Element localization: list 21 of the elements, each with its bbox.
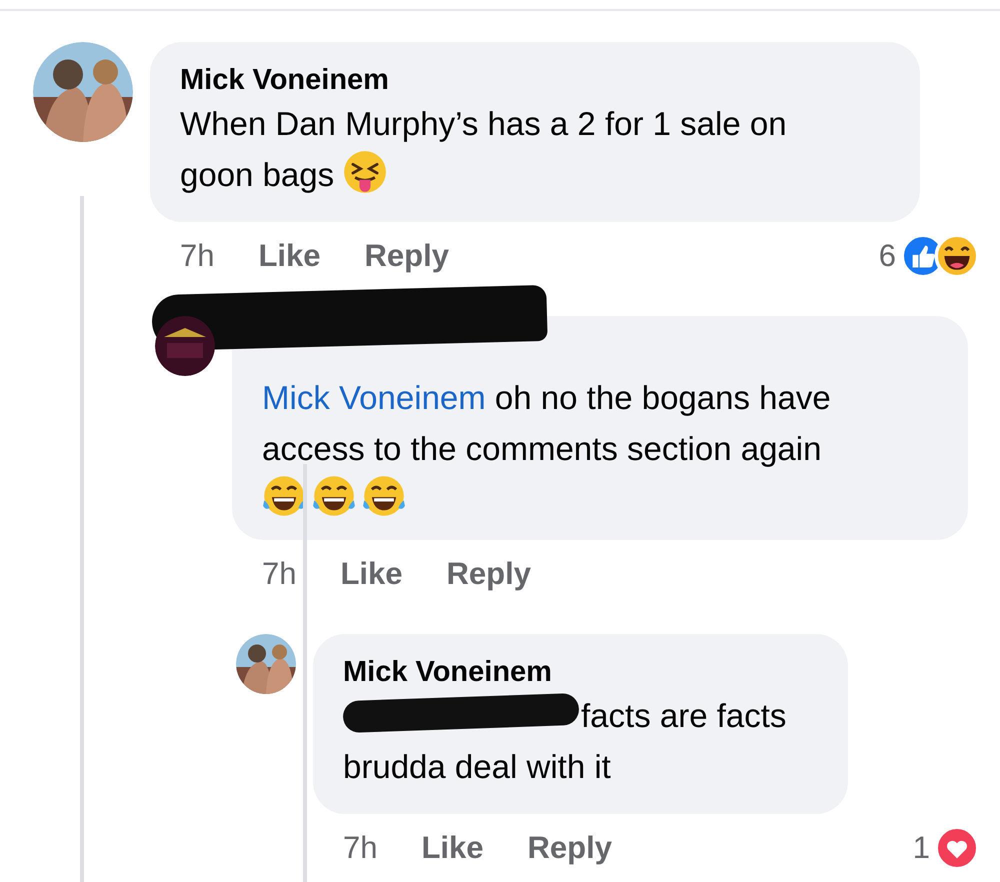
action-link[interactable]: Reply bbox=[446, 556, 531, 592]
emoji-icon bbox=[343, 150, 388, 194]
timestamp: 7h bbox=[343, 830, 378, 866]
action-link[interactable]: Like bbox=[258, 238, 321, 274]
author-name[interactable]: Mick Voneinem bbox=[343, 654, 818, 690]
mention-link[interactable]: Mick Voneinem bbox=[262, 379, 486, 416]
action-link[interactable]: Reply bbox=[528, 830, 612, 866]
comment-text: Mick Voneinem oh no the bogans have access to the comments section again bbox=[262, 372, 938, 518]
author-name[interactable]: Mick Voneinem bbox=[180, 62, 860, 98]
action-link[interactable]: Like bbox=[340, 556, 403, 592]
emoji-icon bbox=[362, 474, 406, 518]
timestamp: 7h bbox=[262, 556, 296, 592]
reaction-count[interactable]: 1 bbox=[912, 830, 930, 866]
action-link[interactable]: Reply bbox=[364, 238, 449, 274]
comment-text: facts are facts brudda deal with it bbox=[343, 690, 818, 792]
reaction-count[interactable]: 6 bbox=[878, 238, 896, 274]
emoji-icon bbox=[262, 474, 306, 518]
timestamp: 7h bbox=[180, 238, 214, 274]
comment-text: When Dan Murphy’s has a 2 for 1 sale on goon bags bbox=[180, 104, 788, 196]
action-link[interactable]: Like bbox=[421, 830, 484, 866]
emoji-icon bbox=[312, 474, 356, 518]
